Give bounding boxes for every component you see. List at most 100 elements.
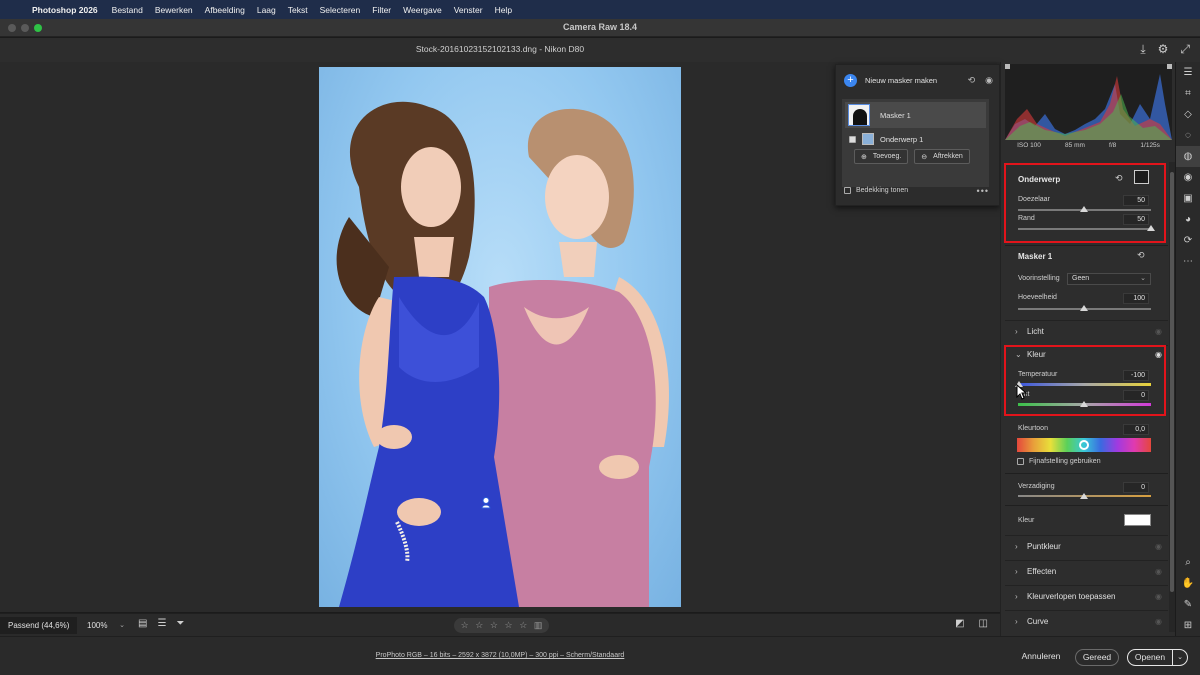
menu-tekst[interactable]: Tekst <box>288 5 308 15</box>
reset-mask-icon[interactable]: ⟲ <box>968 75 976 86</box>
scrollbar-thumb[interactable] <box>1170 172 1174 592</box>
reset-icon[interactable]: ⟲ <box>1137 250 1145 261</box>
fine-tune-toggle[interactable]: Fijnafstelling gebruiken <box>1017 458 1101 465</box>
section-color-grading[interactable]: › Kleurverlopen toepassen ◉ <box>1005 585 1168 607</box>
image-canvas[interactable]: + Nieuw masker maken ⟲ ◉ Masker 1 Onderw… <box>0 62 1000 612</box>
mask-pin-icon[interactable] <box>481 497 491 509</box>
snapshots-icon[interactable]: ▣ <box>1176 188 1200 209</box>
zoom-icon[interactable]: ⌕ <box>1176 552 1200 573</box>
compare-view-icon[interactable]: ◫ <box>979 618 988 629</box>
panel-scrollbar[interactable] <box>1169 162 1175 632</box>
component-visibility-checkbox[interactable] <box>849 135 856 143</box>
temperature-slider-track[interactable] <box>1018 383 1151 386</box>
mask-row-masker-1[interactable]: Masker 1 <box>845 102 986 128</box>
reset-icon[interactable]: ⟲ <box>1115 173 1123 184</box>
eye-icon[interactable]: ◉ <box>1155 567 1162 576</box>
saturation-slider-knob[interactable] <box>1080 493 1088 499</box>
star-icon[interactable]: ☆ <box>505 620 513 631</box>
menu-filter[interactable]: Filter <box>372 5 391 15</box>
grid-icon[interactable]: ⊞ <box>1176 615 1200 636</box>
new-mask-label[interactable]: Nieuw masker maken <box>865 76 937 85</box>
feather-value[interactable]: 50 <box>1123 195 1149 206</box>
fine-tune-checkbox[interactable] <box>1017 458 1024 465</box>
menu-bewerken[interactable]: Bewerken <box>155 5 193 15</box>
eye-icon[interactable]: ◉ <box>1155 327 1162 336</box>
component-row-onderwerp-1[interactable]: Onderwerp 1 <box>845 131 986 147</box>
menu-help[interactable]: Help <box>495 5 512 15</box>
new-mask-button[interactable]: + <box>844 74 857 87</box>
color-swatch[interactable] <box>1124 514 1151 526</box>
edge-slider-track[interactable] <box>1018 228 1151 230</box>
menu-weergave[interactable]: Weergave <box>403 5 442 15</box>
save-icon[interactable]: ⤓ <box>1140 42 1145 57</box>
trash-icon[interactable]: ▥ <box>534 620 543 631</box>
workflow-options-link[interactable]: ProPhoto RGB – 16 bits – 2592 x 3872 (10… <box>0 652 1000 659</box>
color-sampler-icon[interactable]: ✎ <box>1176 594 1200 615</box>
temperature-value[interactable]: -100 <box>1123 370 1149 381</box>
hand-icon[interactable]: ✋ <box>1176 573 1200 594</box>
menu-afbeelding[interactable]: Afbeelding <box>205 5 245 15</box>
done-button[interactable]: Gereed <box>1075 649 1119 666</box>
saturation-value[interactable]: 0 <box>1123 482 1149 493</box>
tint-slider-knob[interactable] <box>1080 401 1088 407</box>
section-curve[interactable]: › Curve ◉ <box>1005 610 1168 632</box>
invert-mask-icon[interactable] <box>1134 170 1149 184</box>
more-options-icon[interactable]: ••• <box>977 186 989 196</box>
edge-slider-knob[interactable] <box>1147 225 1155 231</box>
section-light[interactable]: › Licht ◉ <box>1005 320 1168 342</box>
gear-icon[interactable]: ⚙ <box>1158 42 1169 57</box>
cancel-button[interactable]: Annuleren <box>1012 649 1070 666</box>
presets-icon[interactable]: ◕ <box>1176 209 1200 230</box>
section-point-color[interactable]: › Puntkleur ◉ <box>1005 535 1168 557</box>
eye-icon[interactable]: ◉ <box>985 75 993 86</box>
menu-selecteren[interactable]: Selecteren <box>320 5 361 15</box>
hue-value[interactable]: 0,0 <box>1123 424 1149 435</box>
eye-icon[interactable]: ◉ <box>1176 167 1200 188</box>
sync-icon[interactable]: ⟳ <box>1176 230 1200 251</box>
menu-app-name[interactable]: Photoshop 2026 <box>32 5 98 15</box>
star-icon[interactable]: ☆ <box>475 620 483 631</box>
eye-icon[interactable]: ◉ <box>1155 542 1162 551</box>
photo-preview[interactable] <box>319 67 681 607</box>
edge-value[interactable]: 50 <box>1123 214 1149 225</box>
open-button[interactable]: Openen <box>1127 649 1173 666</box>
menu-venster[interactable]: Venster <box>454 5 483 15</box>
eye-icon[interactable]: ◉ <box>1155 617 1162 626</box>
sort-icon[interactable]: ☰ <box>157 618 166 629</box>
open-options-button[interactable]: ⌄ <box>1172 649 1188 666</box>
more-icon[interactable]: ⋯ <box>1176 251 1200 272</box>
fit-zoom-button[interactable]: Passend (44,6%) <box>0 617 78 634</box>
amount-value[interactable]: 100 <box>1123 293 1149 304</box>
preset-dropdown[interactable]: Geen ⌄ <box>1067 273 1151 285</box>
star-icon[interactable]: ☆ <box>490 620 498 631</box>
eraser-icon[interactable]: ◇ <box>1176 104 1200 125</box>
red-eye-icon[interactable]: ◌ <box>1176 125 1200 146</box>
subtract-from-mask-button[interactable]: ⊖ Aftrekken <box>914 149 970 164</box>
saturation-label: Verzadiging <box>1018 483 1055 490</box>
fullscreen-icon[interactable]: ⤢ <box>1180 42 1190 57</box>
star-icon[interactable]: ☆ <box>519 620 527 631</box>
menu-laag[interactable]: Laag <box>257 5 276 15</box>
overlay-checkbox[interactable] <box>844 187 851 194</box>
star-rating[interactable]: ☆ ☆ ☆ ☆ ☆ ▥ <box>454 618 549 633</box>
zoom-dropdown[interactable]: 100% ⌄ <box>83 617 127 634</box>
section-effects[interactable]: › Effecten ◉ <box>1005 560 1168 582</box>
menu-bestand[interactable]: Bestand <box>112 5 143 15</box>
hue-picker-knob[interactable] <box>1079 440 1089 450</box>
zoom-value: 100% <box>87 621 108 630</box>
tint-value[interactable]: 0 <box>1123 390 1149 401</box>
eye-icon[interactable]: ◉ <box>1155 592 1162 601</box>
star-icon[interactable]: ☆ <box>461 620 469 631</box>
before-after-icon[interactable]: ◩ <box>955 618 964 629</box>
edit-icon[interactable]: ☰ <box>1176 62 1200 83</box>
crop-icon[interactable]: ⌗ <box>1176 83 1200 104</box>
edit-panel: ISO 100 85 mm f/8 1/125s Onderwerp ⟲ Doe… <box>1000 62 1175 636</box>
filter-icon[interactable]: ⏷ <box>176 618 184 629</box>
amount-slider-knob[interactable] <box>1080 305 1088 311</box>
masking-icon[interactable]: ◍ <box>1176 146 1200 167</box>
view-bar: Passend (44,6%) 100% ⌄ ▤ ☰ ⏷ ☆ ☆ ☆ ☆ ☆ ▥… <box>0 613 1000 636</box>
feather-slider-knob[interactable] <box>1080 206 1088 212</box>
filmstrip-icon[interactable]: ▤ <box>138 618 147 629</box>
add-to-mask-button[interactable]: ⊕ Toevoeg. <box>854 149 909 164</box>
overlay-toggle[interactable]: Bedekking tonen <box>844 187 908 194</box>
